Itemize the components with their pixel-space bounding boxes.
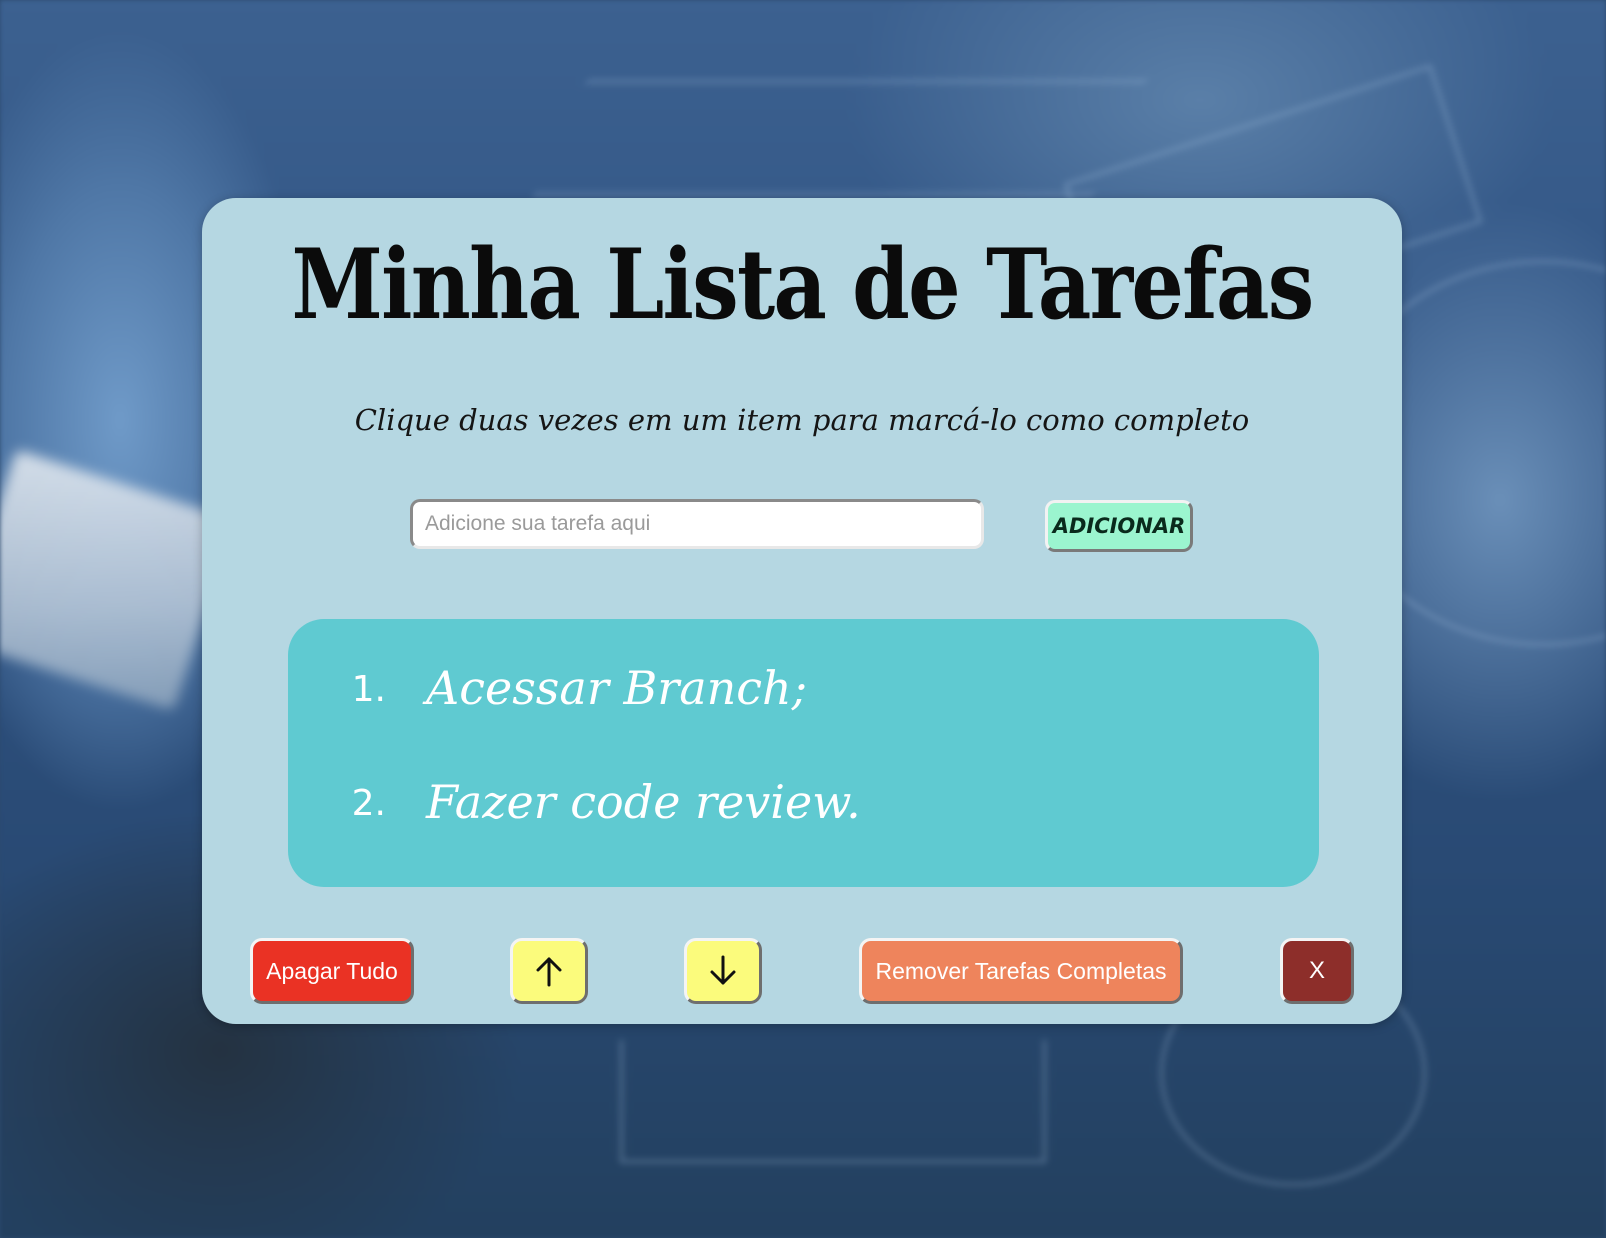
list-item-text: Acessar Branch; bbox=[426, 661, 808, 715]
move-down-button[interactable] bbox=[684, 938, 762, 1004]
todo-card: Minha Lista de Tarefas Clique duas vezes… bbox=[202, 198, 1402, 1024]
list-item-number: 2. bbox=[351, 783, 386, 824]
background-book bbox=[0, 449, 236, 711]
move-up-button[interactable] bbox=[510, 938, 588, 1004]
remove-completed-button[interactable]: Remover Tarefas Completas bbox=[859, 938, 1183, 1004]
instructions-text: Clique duas vezes em um item para marcá-… bbox=[354, 403, 1250, 437]
background-shape bbox=[620, 1040, 1046, 1163]
list-item[interactable]: 1. Acessar Branch; bbox=[288, 661, 1319, 725]
task-input[interactable] bbox=[410, 499, 984, 549]
list-item-text: Fazer code review. bbox=[426, 775, 861, 829]
list-item-number: 1. bbox=[351, 669, 386, 710]
page-title: Minha Lista de Tarefas bbox=[291, 228, 1314, 341]
task-list: 1. Acessar Branch; 2. Fazer code review. bbox=[288, 619, 1319, 887]
add-task-button[interactable]: ADICIONAR bbox=[1045, 500, 1193, 552]
arrow-up-icon bbox=[536, 957, 562, 987]
list-item[interactable]: 2. Fazer code review. bbox=[288, 775, 1319, 839]
close-button[interactable]: X bbox=[1280, 938, 1354, 1004]
background-shape bbox=[532, 80, 1148, 196]
clear-all-button[interactable]: Apagar Tudo bbox=[250, 938, 414, 1004]
arrow-down-icon bbox=[710, 955, 736, 985]
